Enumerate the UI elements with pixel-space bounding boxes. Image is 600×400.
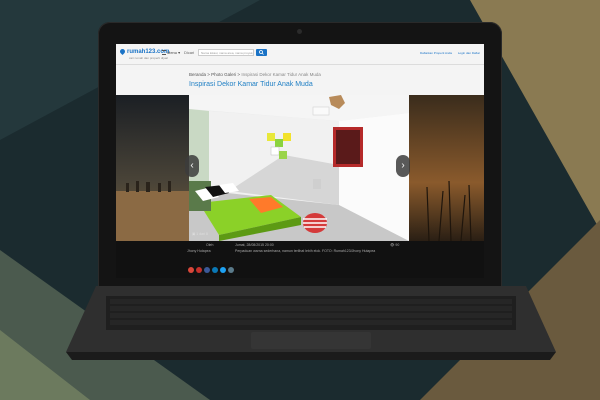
breadcrumb: Beranda > Photo Galeri > Inspirasi Dekor… <box>189 72 321 77</box>
google-plus-icon[interactable] <box>188 267 194 273</box>
youtube-icon[interactable] <box>196 267 202 273</box>
menu-label: Menu <box>167 50 178 55</box>
facebook-icon[interactable] <box>204 267 210 273</box>
breadcrumb-current: Inspirasi Dekor Kamar Tidur Anak Muda <box>241 72 321 77</box>
view-count-value: 90 <box>395 243 400 247</box>
menu-button[interactable]: Menu ▾ <box>162 50 180 56</box>
site-header: rumah123.com cari rumah dan properti dij… <box>116 44 484 65</box>
share-buttons <box>188 260 236 278</box>
location-pin-icon <box>118 47 127 56</box>
email-icon[interactable] <box>228 267 234 273</box>
photo-counter: ▣ 1 dari 8 <box>192 232 208 236</box>
photo-caption: Oleh Jhony Hutapea Jumat, 28/08/2015 20:… <box>116 241 484 278</box>
chevron-left-icon[interactable]: ‹ <box>185 155 199 177</box>
twitter-icon[interactable] <box>220 267 226 273</box>
page-body: Beranda > Photo Galeri > Inspirasi Dekor… <box>116 65 484 95</box>
chevron-right-icon[interactable]: › <box>396 155 410 177</box>
search-button[interactable] <box>256 49 267 56</box>
publish-date: Jumat, 28/08/2015 20:00 <box>235 243 274 247</box>
view-count: 👁 90 <box>390 243 400 247</box>
search-filter-dropdown[interactable]: Dicari <box>184 50 194 55</box>
logo-tagline: cari rumah dan properti dijual <box>129 56 168 60</box>
caption-text: Perpaduan warna sederhana, namun terliha… <box>235 249 376 253</box>
page-title: Inspirasi Dekor Kamar Tidur Anak Muda <box>189 81 313 88</box>
header-links: Daftarkan Properti Anda Login dan Daftar <box>415 51 480 55</box>
search-icon <box>259 50 264 55</box>
author-label: Oleh <box>206 243 214 247</box>
main-photo[interactable] <box>189 95 409 241</box>
search-input[interactable]: Nama lokasi, nama area, nama proyek, ID … <box>198 49 254 56</box>
photo-count-text: 1 dari 8 <box>196 232 208 236</box>
hamburger-icon <box>162 50 166 56</box>
laptop-base <box>66 286 556 361</box>
breadcrumb-home[interactable]: Beranda <box>189 72 206 77</box>
next-photo-preview[interactable] <box>409 95 484 241</box>
previous-photo-preview[interactable] <box>116 95 189 241</box>
photo-gallery: ‹ › ▣ 1 dari 8 <box>116 95 484 241</box>
author-name[interactable]: Jhony Hutapea <box>187 249 211 253</box>
breadcrumb-section[interactable]: Photo Galeri <box>211 72 236 77</box>
login-link[interactable]: Login dan Daftar <box>458 51 480 55</box>
list-property-link[interactable]: Daftarkan Properti Anda <box>420 51 452 55</box>
webcam <box>297 29 302 34</box>
linkedin-icon[interactable] <box>212 267 218 273</box>
laptop-screen: rumah123.com cari rumah dan properti dij… <box>116 44 484 278</box>
